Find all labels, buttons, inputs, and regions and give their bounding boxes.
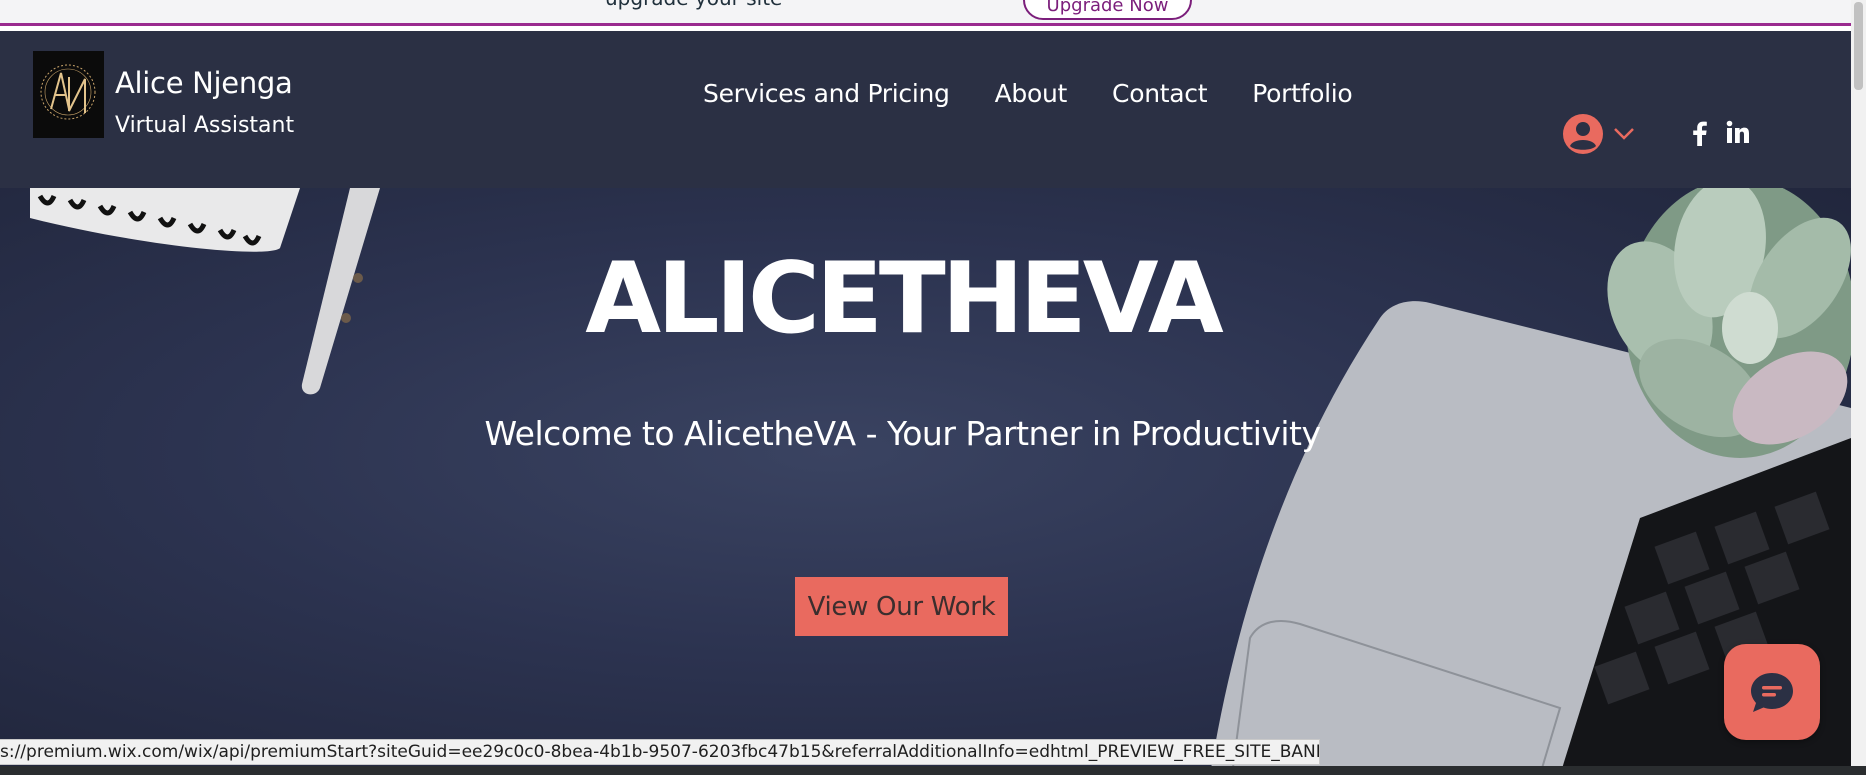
banner-divider	[0, 23, 1851, 26]
premium-banner: upgrade your site Upgrade Now	[0, 0, 1851, 26]
browser-status-url: s://premium.wix.com/wix/api/premiumStart…	[0, 739, 1320, 765]
main-nav: Services and Pricing About Contact Portf…	[703, 79, 1353, 108]
chat-bubble-icon	[1751, 673, 1793, 712]
linkedin-icon[interactable]	[1726, 120, 1750, 144]
hero-title: ALICETHEVA	[585, 242, 1223, 356]
account-menu[interactable]	[1563, 111, 1653, 157]
view-our-work-button[interactable]: View Our Work	[795, 577, 1008, 636]
facebook-icon[interactable]	[1690, 120, 1710, 146]
upgrade-button[interactable]: Upgrade Now	[1023, 0, 1192, 20]
taskbar-edge	[0, 766, 1866, 775]
site-header: Alice Njenga Virtual Assistant Services …	[0, 31, 1851, 188]
nav-about[interactable]: About	[995, 79, 1068, 108]
nav-contact[interactable]: Contact	[1112, 79, 1207, 108]
page-scrollbar[interactable]	[1851, 0, 1866, 766]
nav-services-and-pricing[interactable]: Services and Pricing	[703, 79, 950, 108]
nav-portfolio[interactable]: Portfolio	[1252, 79, 1352, 108]
chevron-down-icon	[1614, 128, 1634, 140]
logo-monogram-icon	[40, 64, 96, 120]
banner-text: upgrade your site	[605, 0, 782, 10]
account-circle-icon	[1563, 114, 1603, 154]
brand-name[interactable]: Alice Njenga	[115, 66, 293, 100]
chat-button[interactable]	[1724, 644, 1820, 740]
brand-tagline: Virtual Assistant	[115, 113, 295, 138]
hero-subtitle: Welcome to AlicetheVA - Your Partner in …	[484, 414, 1321, 453]
scrollbar-thumb[interactable]	[1854, 2, 1863, 90]
hero-section: ALICETHEVA Welcome to AlicetheVA - Your …	[0, 188, 1851, 775]
logo[interactable]	[33, 51, 104, 138]
